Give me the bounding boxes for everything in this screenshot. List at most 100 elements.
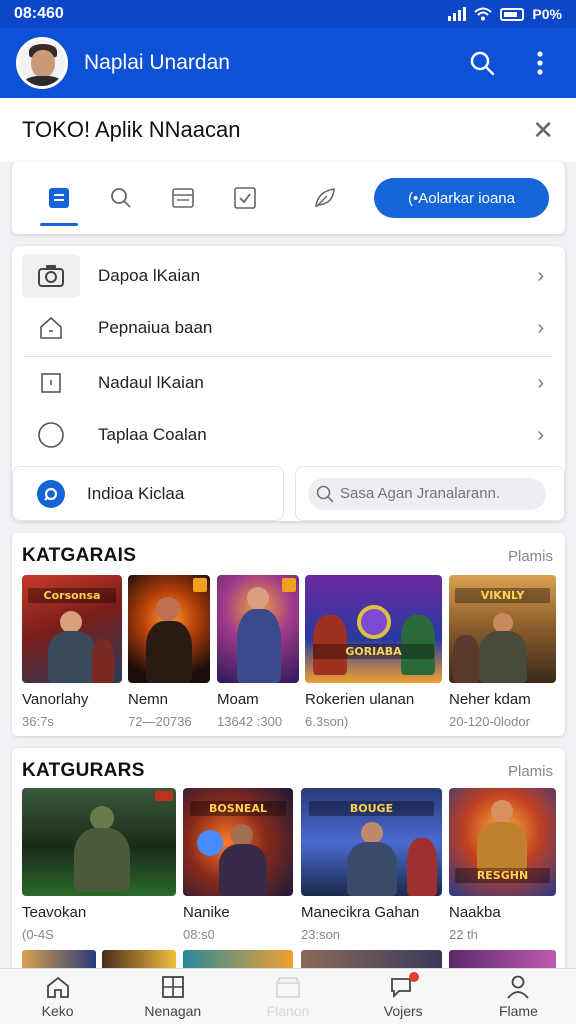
tab-checklist[interactable]: [214, 162, 276, 234]
leaf-icon: [315, 188, 335, 208]
app-name: Naakba: [449, 904, 501, 921]
store-icon: [274, 974, 302, 1000]
app-name: Moam: [217, 691, 259, 708]
sub-link-card[interactable]: Indioa Kiclaa: [12, 466, 284, 521]
nav-label: Nenagan: [144, 1003, 202, 1019]
chevron-right-icon: ›: [537, 264, 544, 287]
app-artwork-partial: [449, 950, 556, 970]
app-meta: 22 th: [449, 927, 478, 942]
category-section-2: KATGURARS Plamis Teavokan (0-4S BOSNEAL …: [12, 748, 565, 978]
app-artwork: Corsonsa: [22, 575, 122, 683]
profile-icon: [505, 974, 531, 1000]
app-meta: 6.3son): [305, 714, 349, 729]
app-artwork: [217, 575, 299, 683]
search-icon: [316, 485, 334, 503]
app-name: Manecikra Gahan: [301, 904, 420, 921]
home-icon: [22, 306, 80, 350]
app-artwork-partial: [102, 950, 176, 970]
search-field[interactable]: [308, 477, 546, 510]
app-artwork: [128, 575, 210, 683]
app-tile[interactable]: Nemn 72—20736: [128, 575, 210, 729]
grid-icon: [161, 974, 185, 1000]
avatar[interactable]: [16, 37, 68, 89]
search-card: [295, 466, 565, 521]
category-section-1: KATGARAIS Plamis Corsonsa Vanorlahy 36:7…: [12, 533, 565, 736]
app-meta: 72—20736: [128, 714, 192, 729]
menu-item-1[interactable]: Dapoa lKaian ›: [22, 252, 552, 300]
app-bar-title: Naplai Unardan: [84, 51, 230, 74]
nav-label: Vojers: [383, 1003, 423, 1019]
app-name: Teavokan: [22, 904, 87, 921]
chevron-right-icon: ›: [537, 371, 544, 394]
battery-icon: [500, 7, 525, 21]
menu-item-4[interactable]: Taplaa Coalan ›: [22, 411, 552, 459]
app-meta: 20-120-0lodor: [449, 714, 530, 729]
app-artwork: GORIABA: [305, 575, 442, 683]
search-button[interactable]: [462, 43, 502, 83]
tab-grid[interactable]: [152, 162, 214, 234]
nav-item-chat[interactable]: Vojers: [346, 969, 461, 1024]
app-tile[interactable]: BOUGE Manecikra Gahan 23:son: [301, 788, 442, 942]
signal-icon: [448, 7, 467, 21]
tab-leaf[interactable]: [294, 162, 356, 234]
tab-search[interactable]: [90, 162, 152, 234]
app-artwork-partial: [183, 950, 293, 970]
app-meta: 23:son: [301, 927, 341, 942]
menu-item-label: Nadaul lKaian: [98, 373, 204, 392]
app-name: Neher kdam: [449, 691, 531, 708]
checkbox-icon: [234, 187, 256, 209]
overflow-menu-button[interactable]: [520, 43, 560, 83]
status-icons: P0%: [448, 6, 562, 22]
dialog-title: TOKO! Aplik NNaacan: [22, 117, 241, 142]
see-more-link[interactable]: Plamis: [508, 548, 553, 565]
search-icon: [111, 188, 131, 208]
circle-icon: [22, 413, 80, 457]
app-artwork: VIKNLY RADEBS: [449, 575, 556, 683]
section-title: KATGARAIS: [22, 545, 137, 566]
see-more-link[interactable]: Plamis: [508, 763, 553, 780]
search-icon: [470, 51, 495, 76]
battery-text: P0%: [532, 6, 562, 22]
app-artwork: BOSNEAL: [183, 788, 293, 896]
app-tile[interactable]: VIKNLY RADEBS Neher kdam 20-120-0lodor: [449, 575, 556, 729]
menu-item-label: Taplaa Coalan: [98, 425, 207, 444]
section-title: KATGURARS: [22, 760, 145, 781]
nav-label: Keko: [41, 1003, 74, 1019]
divider: [24, 356, 552, 357]
menu-item-2[interactable]: Pepnaiua baan ›: [22, 304, 552, 352]
nav-item-store[interactable]: Flanon: [230, 969, 345, 1024]
app-tile[interactable]: BOSNEAL Nanike 08:s0: [183, 788, 293, 942]
nav-item-home[interactable]: Keko: [0, 969, 115, 1024]
search-input[interactable]: [340, 485, 540, 502]
toolbar: (•Aolarkar ioana: [12, 162, 565, 234]
tab-list[interactable]: [28, 162, 90, 234]
app-tile[interactable]: Moam 13642 :300: [217, 575, 299, 729]
menu-item-label: Pepnaiua baan: [98, 318, 213, 337]
app-meta: (0-4S: [22, 927, 54, 942]
dialog-header: TOKO! Aplik NNaacan ✕: [0, 98, 576, 162]
chevron-right-icon: ›: [537, 423, 544, 446]
nav-item-profile[interactable]: Flame: [461, 969, 576, 1024]
app-tile[interactable]: Corsonsa Vanorlahy 36:7s: [22, 575, 122, 729]
status-bar: 08:460 P0%: [0, 0, 576, 28]
more-vertical-icon: [537, 51, 543, 75]
primary-action-button[interactable]: (•Aolarkar ioana: [374, 178, 549, 218]
app-tile[interactable]: RESGHN Naakba 22 th: [449, 788, 556, 942]
app-name: Vanorlahy: [22, 691, 89, 708]
square-icon: [22, 361, 80, 405]
pin-icon: [37, 479, 65, 508]
close-icon[interactable]: ✕: [532, 117, 554, 143]
app-artwork-partial: [22, 950, 96, 970]
app-name: Rokerien ulanan: [305, 691, 415, 708]
camera-icon: [22, 254, 80, 298]
app-artwork: [22, 788, 176, 896]
bottom-navigation: Keko Nenagan Flanon Vojers Flame: [0, 968, 576, 1024]
nav-item-grid[interactable]: Nenagan: [115, 969, 230, 1024]
app-name: Nemn: [128, 691, 169, 708]
app-bar: Naplai Unardan: [0, 28, 576, 98]
menu-item-3[interactable]: Nadaul lKaian ›: [22, 359, 552, 407]
app-tile[interactable]: Teavokan (0-4S: [22, 788, 176, 942]
app-name: Nanike: [183, 904, 230, 921]
app-tile[interactable]: GORIABA Rokerien ulanan 6.3son): [305, 575, 442, 729]
nav-label: Flame: [498, 1003, 538, 1019]
